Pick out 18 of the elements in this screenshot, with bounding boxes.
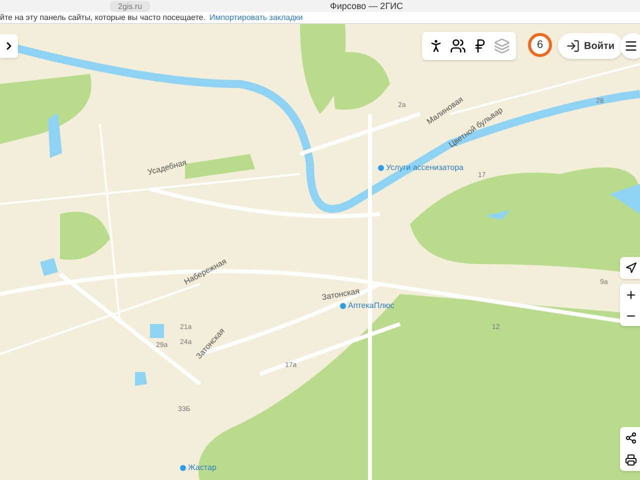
- page-title: Фирсово — 2ГИС: [330, 0, 404, 12]
- address-field[interactable]: 2gis.ru: [110, 0, 150, 12]
- place-label[interactable]: АптекаПлюс: [340, 302, 394, 310]
- place-label[interactable]: Услуги ассенизатора: [378, 164, 464, 172]
- login-button[interactable]: Войти: [558, 33, 623, 59]
- share-icon[interactable]: [625, 432, 637, 444]
- panel-toggle-button[interactable]: [0, 34, 18, 58]
- login-icon: [566, 39, 580, 53]
- street-label: Затонская: [321, 287, 360, 302]
- people-icon[interactable]: [450, 38, 466, 54]
- printer-icon[interactable]: [625, 454, 637, 466]
- import-bookmarks-link[interactable]: Импортировать закладки: [209, 14, 303, 22]
- bookmarks-hint: йте на эту панель сайты, которые вы часто посещаете.: [0, 14, 206, 22]
- locate-button[interactable]: [620, 257, 640, 279]
- place-label[interactable]: Жастар: [180, 464, 216, 472]
- navigation-arrow-icon: [625, 262, 637, 274]
- menu-icon: [624, 39, 638, 53]
- zoom-in-icon[interactable]: [625, 288, 637, 300]
